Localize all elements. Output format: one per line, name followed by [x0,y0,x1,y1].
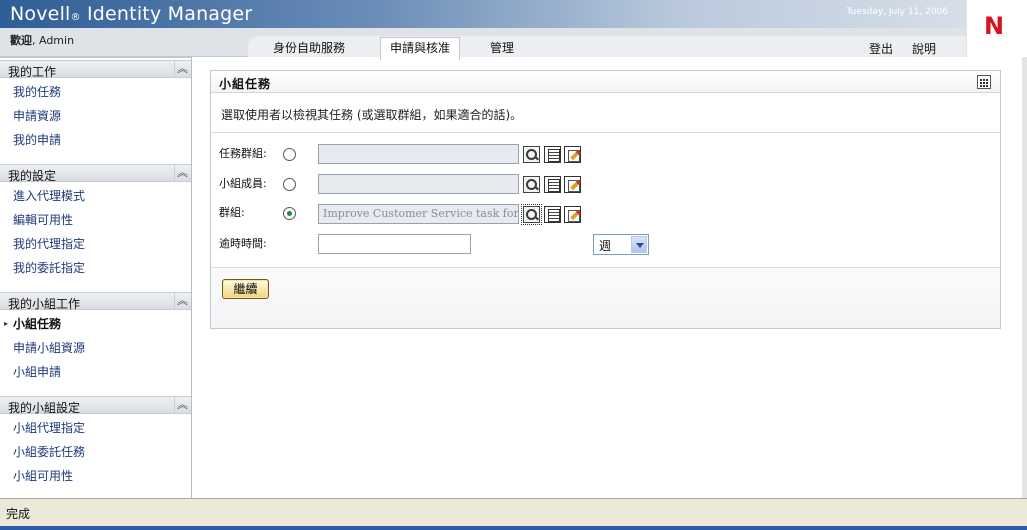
search-icon[interactable] [521,204,542,225]
welcome-message: 歡迎, Admin [10,32,74,48]
task-group-radio[interactable] [283,148,296,161]
panel-menu-icon[interactable] [977,75,991,89]
section-title: 我的小組設定 [8,401,81,415]
browser-status-bar: 完成 [0,498,1027,530]
continue-button[interactable]: 繼續 [222,279,269,299]
panel-header: 小組任務 [211,71,1000,93]
period-select[interactable]: 週 [593,234,649,255]
team-tasks-panel: 小組任務 選取使用者以檢視其任務 (或選取群組，如果適合的話)。 任務群組: 小… [210,70,1001,329]
tab-administration[interactable]: 管理 [490,39,514,56]
sidebar-section-my-team-work[interactable]: 我的小組工作 ︽ [0,292,191,311]
period-select-value: 週 [599,239,612,253]
double-chevron-up-icon[interactable]: ︽ [174,397,190,413]
divider [211,132,1000,133]
edit-list-icon[interactable] [564,146,581,163]
sidebar: 我的工作 ︽ 我的任務 申請資源 我的申請 我的設定 ︽ 進入代理模式 編輯可用… [0,57,192,498]
section-title: 我的設定 [8,169,57,183]
top-nav: 歡迎, Admin 身份自助服務 申請與核准 管理 登出 說明 [0,28,966,60]
brand-registered-mark: ® [70,12,81,23]
sidebar-item-team-availability[interactable]: 小組可用性 [13,467,73,484]
current-item-marker-icon: ▸ [4,319,9,328]
team-member-label: 小組成員: [219,177,267,190]
group-radio[interactable] [283,207,296,220]
status-text: 完成 [6,507,31,521]
search-icon[interactable] [523,146,540,163]
history-list-icon[interactable] [544,146,561,163]
sidebar-item-my-requests[interactable]: 我的申請 [13,131,61,148]
brand-banner: Novell® Identity Manager Tuesday, July 1… [0,0,966,28]
sidebar-item-my-proxy-assignments[interactable]: 我的代理指定 [13,235,85,252]
help-link[interactable]: 說明 [912,40,936,57]
history-list-icon[interactable] [544,176,561,193]
section-title: 我的小組工作 [8,297,81,311]
chevron-down-icon[interactable] [631,236,647,253]
form-actions: 繼續 [211,268,1000,328]
sidebar-item-enter-proxy-mode[interactable]: 進入代理模式 [13,187,85,204]
welcome-label: 歡迎 [10,34,32,47]
sidebar-section-my-work[interactable]: 我的工作 ︽ [0,60,191,79]
page-title: 小組任務 [219,77,272,91]
double-chevron-up-icon[interactable]: ︽ [174,61,190,77]
sidebar-section-my-team-settings[interactable]: 我的小組設定 ︽ [0,396,191,415]
brand-product: Identity Manager [80,3,253,25]
app-header: Novell® Identity Manager Tuesday, July 1… [0,0,1027,60]
sidebar-item-my-delegate-assignments[interactable]: 我的委託指定 [13,259,85,276]
novell-logo: N [984,12,1005,40]
sidebar-item-team-proxy-assignments[interactable]: 小組代理指定 [13,419,85,436]
taskbar-edge [0,526,1027,530]
sidebar-item-team-requests[interactable]: 小組申請 [13,363,61,380]
double-chevron-up-icon[interactable]: ︽ [174,293,190,309]
task-group-label: 任務群組: [219,147,267,160]
sidebar-item-request-resources[interactable]: 申請資源 [13,107,61,124]
welcome-user: , Admin [32,34,75,47]
overdue-input[interactable] [318,234,471,254]
sidebar-item-request-team-resources[interactable]: 申請小組資源 [13,339,85,356]
current-date: Tuesday, July 11, 2006 [846,7,948,17]
brand-name: Novell [10,3,71,25]
search-icon[interactable] [523,176,540,193]
task-group-field[interactable] [318,144,519,164]
tab-strip [248,36,966,57]
sidebar-item-team-tasks[interactable]: 小組任務 [13,315,61,332]
group-field[interactable]: Improve Customer Service task force [318,204,519,224]
product-name: Novell® Identity Manager [10,3,252,25]
logout-link[interactable]: 登出 [869,40,893,57]
window-edge [1022,57,1027,498]
logo-area: N [966,0,1027,57]
instructions-text: 選取使用者以檢視其任務 (或選取群組，如果適合的話)。 [221,108,523,122]
overdue-label: 逾時時間: [219,237,267,250]
sidebar-item-team-delegate-tasks[interactable]: 小組委託任務 [13,443,85,460]
edit-list-icon[interactable] [564,176,581,193]
sidebar-item-my-tasks[interactable]: 我的任務 [13,83,61,100]
tab-identity-self-service[interactable]: 身份自助服務 [273,39,345,56]
group-label: 群組: [219,206,245,219]
team-member-field[interactable] [318,174,519,194]
sidebar-item-edit-availability[interactable]: 編輯可用性 [13,211,73,228]
edit-list-icon[interactable] [564,206,581,223]
team-member-radio[interactable] [283,178,296,191]
sidebar-section-my-settings[interactable]: 我的設定 ︽ [0,164,191,183]
double-chevron-up-icon[interactable]: ︽ [174,165,190,181]
section-title: 我的工作 [8,65,57,79]
history-list-icon[interactable] [544,206,561,223]
tab-requests-approvals[interactable]: 申請與核准 [380,37,461,60]
